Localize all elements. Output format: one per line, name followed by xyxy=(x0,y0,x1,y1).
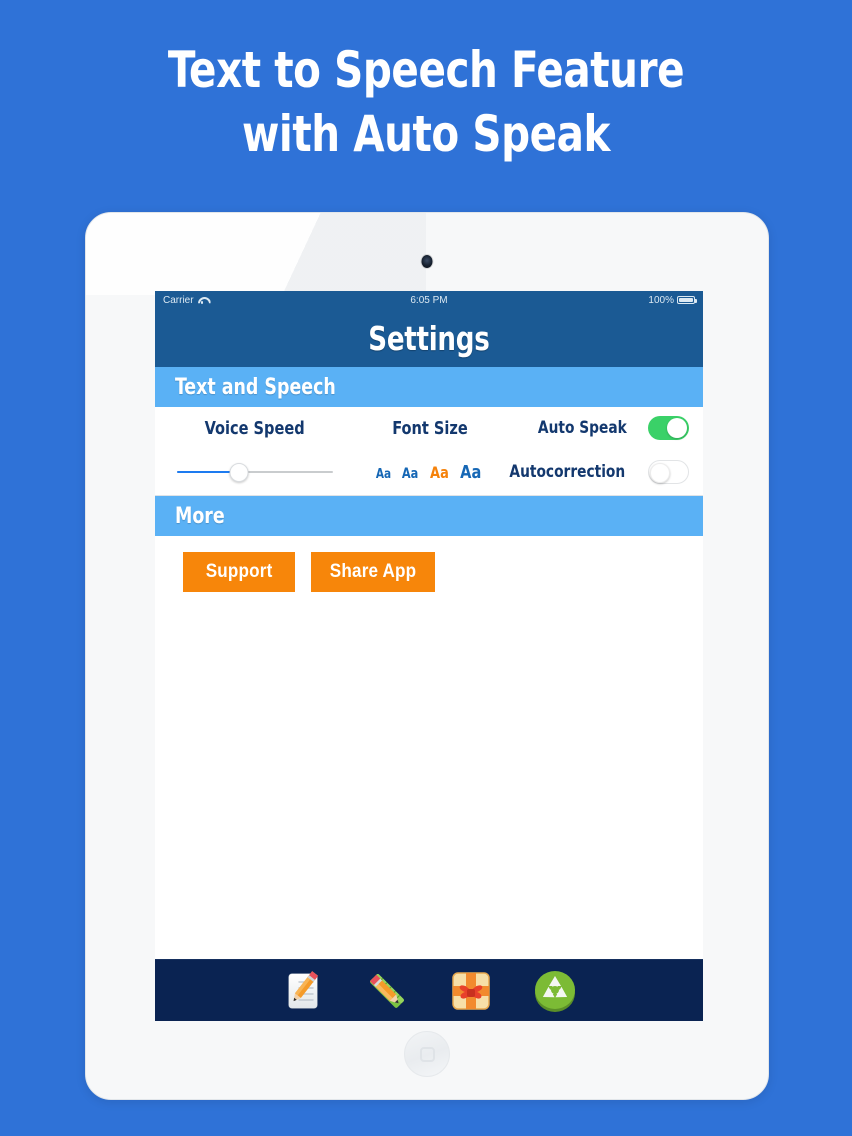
auto-speak-label: Auto Speak xyxy=(538,418,628,438)
device-screen: Carrier 6:05 PM 100% Settings Text and S… xyxy=(155,291,703,1021)
bezel-gloss xyxy=(86,213,426,295)
font-size-option-2[interactable]: Aa xyxy=(402,466,418,482)
voice-speed-label: Voice Speed xyxy=(204,417,306,439)
app-navbar: Settings xyxy=(155,309,703,367)
voice-speed-slider-cell xyxy=(155,462,354,482)
text-and-speech-panel: Voice Speed Font Size Auto Speak Aa Aa A… xyxy=(155,407,703,496)
status-bar: Carrier 6:05 PM 100% xyxy=(155,291,703,309)
section-header-text-and-speech: Text and Speech xyxy=(155,367,703,407)
home-button-square-icon xyxy=(419,1046,435,1062)
auto-speak-cell: Auto Speak xyxy=(505,416,703,440)
font-size-options-cell: Aa Aa Aa Aa xyxy=(354,462,503,483)
page-title: Settings xyxy=(368,318,490,358)
voice-speed-slider[interactable] xyxy=(176,462,333,482)
settings-controls-row: Aa Aa Aa Aa Autocorrection xyxy=(155,449,703,495)
font-size-label-cell: Font Size xyxy=(355,418,505,439)
headline-line-1: Text to Speech Feature xyxy=(167,41,685,99)
home-button[interactable] xyxy=(404,1031,450,1077)
section-header-label: Text and Speech xyxy=(175,374,336,400)
toggle-knob xyxy=(667,418,687,438)
note-pencil-icon[interactable] xyxy=(280,968,326,1014)
bottom-tab-bar xyxy=(155,959,703,1021)
toggle-knob xyxy=(650,463,670,483)
auto-speak-toggle[interactable] xyxy=(648,416,689,440)
status-bar-time: 6:05 PM xyxy=(410,294,448,306)
camera-icon xyxy=(421,255,433,268)
content-empty-area xyxy=(155,592,703,959)
font-size-option-3-selected[interactable]: Aa xyxy=(430,463,449,482)
share-app-button[interactable]: Share App xyxy=(311,552,436,592)
font-size-label: Font Size xyxy=(392,417,468,439)
settings-labels-row: Voice Speed Font Size Auto Speak xyxy=(155,407,703,449)
section-header-label: More xyxy=(175,503,225,529)
headline-line-2: with Auto Speak xyxy=(241,105,611,163)
recycle-icon[interactable] xyxy=(532,968,578,1014)
font-size-option-1[interactable]: Aa xyxy=(376,467,391,482)
more-panel: Support Share App xyxy=(155,536,703,592)
tablet-device-frame: Carrier 6:05 PM 100% Settings Text and S… xyxy=(85,212,769,1100)
autocorrection-toggle[interactable] xyxy=(648,460,689,484)
pencil-ruler-icon[interactable] xyxy=(364,968,410,1014)
status-bar-right: 100% xyxy=(648,294,697,306)
gift-box-icon[interactable] xyxy=(448,968,494,1014)
autocorrection-label: Autocorrection xyxy=(509,462,626,482)
section-header-more: More xyxy=(155,496,703,536)
promo-headline: Text to Speech Feature with Auto Speak xyxy=(43,38,810,166)
font-size-options: Aa Aa Aa Aa xyxy=(375,462,482,483)
support-button-label: Support xyxy=(205,561,273,582)
voice-speed-label-cell: Voice Speed xyxy=(155,418,355,439)
slider-knob[interactable] xyxy=(229,462,249,482)
support-button[interactable]: Support xyxy=(183,552,295,592)
battery-full-icon xyxy=(677,296,697,304)
autocorrection-cell: Autocorrection xyxy=(503,460,703,484)
font-size-option-4[interactable]: Aa xyxy=(460,462,481,483)
share-app-button-label: Share App xyxy=(329,561,417,582)
battery-percent-label: 100% xyxy=(648,294,674,306)
